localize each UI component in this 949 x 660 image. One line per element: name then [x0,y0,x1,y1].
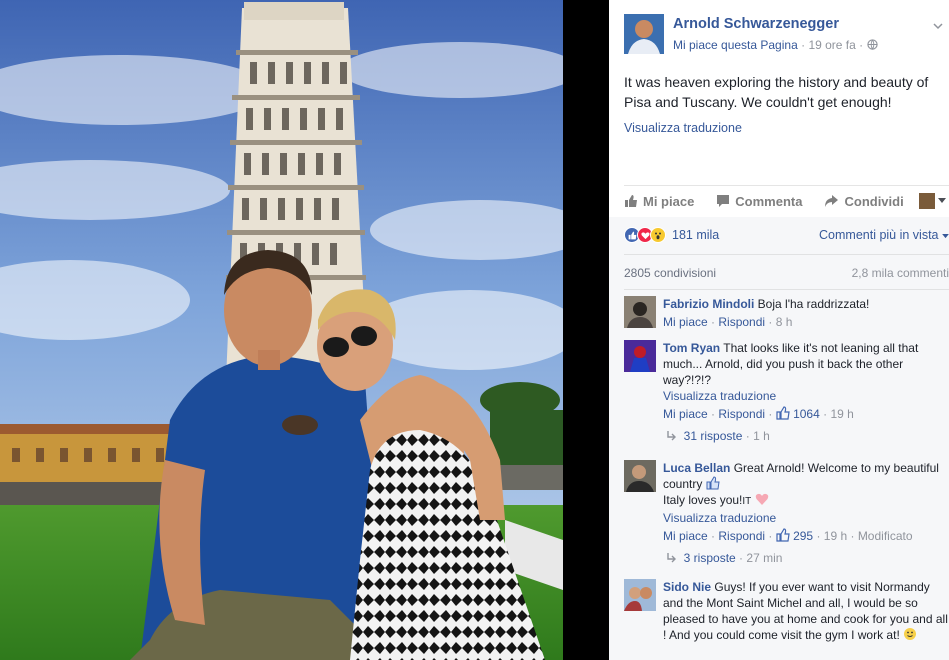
comment-like-link[interactable]: Mi piace [663,315,708,329]
commenter-name[interactable]: Tom Ryan [663,341,720,355]
wow-reaction-icon [650,227,666,243]
comment-meta: Mi piace · Rispondi · 8 h [663,315,793,329]
comment-likes-count[interactable]: 295 [793,529,813,543]
comment-time[interactable]: 19 h [824,529,847,543]
commenter-avatar[interactable] [624,460,656,492]
post-side-panel: Arnold Schwarzenegger Mi piace questa Pa… [609,0,949,660]
replies-time: 1 h [753,429,770,443]
globe-icon [866,39,878,50]
heart-emoji-icon [755,493,768,505]
replies-count: 3 risposte [683,551,736,565]
divider [624,254,949,255]
replies-count: 31 risposte [683,429,743,443]
share-button[interactable]: Condividi [824,193,904,209]
share-arrow-icon [825,195,839,207]
comment-sort-dropdown[interactable]: Commenti più in vista [819,228,949,242]
page-name-link[interactable]: Arnold Schwarzenegger [673,16,839,32]
share-button-label: Condividi [844,193,904,209]
view-replies-link[interactable]: 31 risposte · 1 h [663,428,949,444]
comments-section: 181 mila Commenti più in vista 2805 cond… [609,217,949,660]
chevron-down-icon[interactable] [933,21,943,31]
comment-sort-label: Commenti più in vista [819,228,939,242]
commenter-avatar[interactable] [624,579,656,611]
shares-count[interactable]: 2805 condivisioni [624,266,716,280]
comment-reply-link[interactable]: Rispondi [718,315,765,329]
view-replies-link[interactable]: 3 risposte · 27 min [663,550,949,566]
comment-button[interactable]: Commenta [716,194,802,209]
page-avatar[interactable] [624,14,664,54]
viewer-avatar [919,193,935,209]
thumbs-up-emoji-icon [706,476,720,490]
comment-time[interactable]: 19 h [830,407,853,421]
lightbox-gutter [563,0,609,660]
commenter-avatar[interactable] [624,296,656,328]
like-page-link[interactable]: Mi piace questa Pagina [673,38,798,52]
like-button-label: Mi piace [643,193,695,209]
viewer-selector[interactable] [919,193,946,209]
comment-edited-label[interactable]: Modificato [858,529,913,543]
photo-image [0,0,563,660]
page-avatar-image [624,14,664,54]
comment-meta: Mi piace · Rispondi · 295 · 19 h · Modif… [663,528,913,543]
commenter-avatar[interactable] [624,340,656,372]
post-action-bar: Mi piace Commenta Condividi [624,185,949,216]
comment-body: Luca Bellan Great Arnold! Welcome to my … [663,460,949,566]
comment-button-label: Commenta [735,193,803,209]
comment-likes-count[interactable]: 1064 [793,407,820,421]
divider [624,289,949,290]
comment-reply-link[interactable]: Rispondi [718,529,765,543]
smile-emoji-icon [904,628,917,640]
comment-time[interactable]: 8 h [776,315,793,329]
caret-down-icon [938,198,946,203]
reply-arrow-icon [667,553,676,563]
post-header: Arnold Schwarzenegger Mi piace questa Pa… [624,13,949,54]
comment-text-line-2: Italy loves you! [663,493,743,507]
commenter-name[interactable]: Luca Bellan [663,461,730,475]
like-count-icon [776,528,790,542]
post-photo[interactable] [0,0,563,660]
comment-text: Boja l'ha raddrizzata! [757,297,870,311]
comment-translation-link[interactable]: Visualizza traduzione [663,388,949,404]
commenter-name[interactable]: Fabrizio Mindoli [663,297,754,311]
comment-translation-link[interactable]: Visualizza traduzione [663,510,949,526]
comment-body: Sido Nie Guys! If you ever want to visit… [663,579,949,643]
like-count-icon [776,406,790,420]
post-timestamp[interactable]: 19 ore fa [808,38,855,52]
reply-arrow-icon [667,431,676,441]
comment-like-link[interactable]: Mi piace [663,407,708,421]
comment-reply-link[interactable]: Rispondi [718,407,765,421]
sort-caret-icon [942,234,949,239]
comment-icon [717,195,730,207]
comment-body: Tom Ryan That looks like it's not leanin… [663,340,949,444]
reactions-summary[interactable]: 181 mila [624,227,719,243]
see-translation-link[interactable]: Visualizza traduzione [624,121,742,135]
reactions-count[interactable]: 181 mila [672,228,719,242]
meta-separator-2: · [859,38,864,52]
commenter-name[interactable]: Sido Nie [663,580,711,594]
like-button[interactable]: Mi piace [624,194,694,209]
replies-time: 27 min [746,551,783,565]
post-meta: Mi piace questa Pagina · 19 ore fa · [673,38,878,52]
flag-text: IT [742,496,752,507]
comment-meta: Mi piace · Rispondi · 1064 · 19 h [663,406,854,421]
thumbs-up-icon [625,195,637,207]
comment-like-link[interactable]: Mi piace [663,529,708,543]
meta-separator: · [801,38,806,52]
comment-body: Fabrizio Mindoli Boja l'ha raddrizzata! … [663,296,949,330]
comments-count[interactable]: 2,8 mila commenti [852,266,949,280]
post-message: It was heaven exploring the history and … [624,74,929,110]
